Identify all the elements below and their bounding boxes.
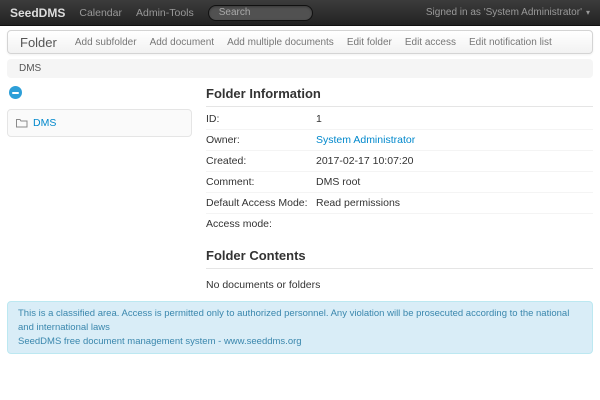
info-value-id: 1 xyxy=(316,113,322,125)
info-label-default-access-mode: Default Access Mode: xyxy=(206,197,316,209)
breadcrumb: DMS xyxy=(7,59,593,78)
table-row: Default Access Mode: Read permissions xyxy=(206,192,593,213)
action-add-multiple-documents[interactable]: Add multiple documents xyxy=(227,37,334,48)
action-edit-notification-list[interactable]: Edit notification list xyxy=(469,37,552,48)
minus-icon xyxy=(12,92,19,94)
tree-item-dms-root[interactable]: DMS xyxy=(8,113,191,133)
nav-item-admin-tools[interactable]: Admin-Tools xyxy=(136,7,194,19)
seeddms-website-link[interactable]: www.seeddms.org xyxy=(224,336,302,347)
toolbar-title: Folder xyxy=(20,35,57,50)
folder-toolbar: Folder Add subfolder Add document Add mu… xyxy=(7,30,593,54)
table-row: Access mode: xyxy=(206,213,593,234)
folder-information-heading: Folder Information xyxy=(206,86,593,107)
action-edit-folder[interactable]: Edit folder xyxy=(347,37,392,48)
main-content: DMS Folder Information ID: 1 Owner: Syst… xyxy=(0,78,600,291)
folder-info-table: ID: 1 Owner: System Administrator Create… xyxy=(206,109,593,234)
nav-item-calendar[interactable]: Calendar xyxy=(79,7,122,19)
action-add-subfolder[interactable]: Add subfolder xyxy=(75,37,137,48)
info-value-created: 2017-02-17 10:07:20 xyxy=(316,155,414,167)
folder-detail-column: Folder Information ID: 1 Owner: System A… xyxy=(206,86,593,291)
signed-in-label: Signed in as 'System Administrator' xyxy=(426,7,582,18)
folder-contents-section: Folder Contents No documents or folders xyxy=(206,248,593,291)
app-brand[interactable]: SeedDMS xyxy=(10,6,65,20)
breadcrumb-item-dms[interactable]: DMS xyxy=(19,63,41,74)
info-label-created: Created: xyxy=(206,155,316,167)
chevron-down-icon: ▾ xyxy=(586,8,590,17)
folder-contents-heading: Folder Contents xyxy=(206,248,593,269)
folder-icon xyxy=(16,118,28,128)
table-row: Owner: System Administrator xyxy=(206,129,593,150)
table-row: Comment: DMS root xyxy=(206,171,593,192)
user-menu[interactable]: Signed in as 'System Administrator' ▾ xyxy=(426,7,590,18)
search-input[interactable] xyxy=(208,5,313,21)
action-edit-access[interactable]: Edit access xyxy=(405,37,456,48)
credit-line: SeedDMS free document management system … xyxy=(18,335,582,349)
table-row: Created: 2017-02-17 10:07:20 xyxy=(206,150,593,171)
tree-item-label: DMS xyxy=(33,117,56,129)
info-label-comment: Comment: xyxy=(206,176,316,188)
info-label-owner: Owner: xyxy=(206,134,316,146)
empty-contents-message: No documents or folders xyxy=(206,279,593,291)
collapse-sidebar-button[interactable] xyxy=(9,86,22,99)
credit-text: SeedDMS free document management system … xyxy=(18,336,224,347)
classified-notice-text: This is a classified area. Access is per… xyxy=(18,307,582,335)
info-value-default-access-mode: Read permissions xyxy=(316,197,400,209)
info-label-access-mode: Access mode: xyxy=(206,218,316,230)
info-value-comment: DMS root xyxy=(316,176,360,188)
footer-notice: This is a classified area. Access is per… xyxy=(7,301,593,354)
sidebar-tree-column: DMS xyxy=(7,86,192,137)
top-navbar: SeedDMS Calendar Admin-Tools Signed in a… xyxy=(0,0,600,26)
info-label-id: ID: xyxy=(206,113,316,125)
info-value-owner-link[interactable]: System Administrator xyxy=(316,134,415,146)
folder-tree-panel: DMS xyxy=(7,109,192,137)
action-add-document[interactable]: Add document xyxy=(150,37,215,48)
table-row: ID: 1 xyxy=(206,109,593,129)
